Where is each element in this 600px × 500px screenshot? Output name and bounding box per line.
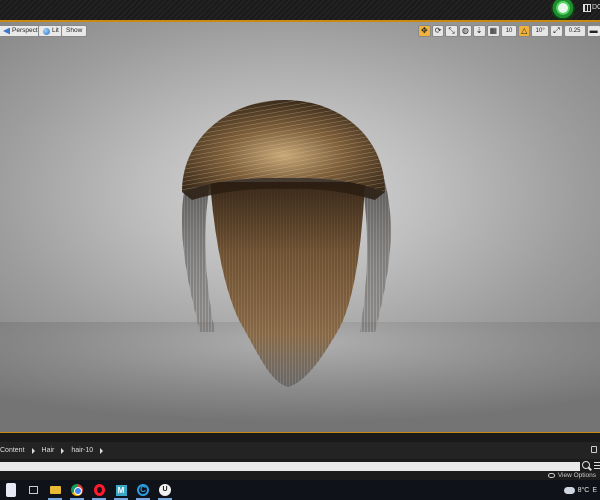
chrome-button[interactable] [66, 480, 88, 500]
start-button[interactable] [0, 480, 22, 500]
translate-tool[interactable]: ✥ [418, 25, 431, 37]
camera-speed-button[interactable]: ▬ [586, 25, 600, 37]
panel-divider [0, 432, 600, 442]
lock-icon[interactable] [591, 446, 597, 453]
chrome-icon [71, 484, 83, 496]
grid-snap-value[interactable]: 10 [501, 25, 518, 37]
grid-snap-icon: ▦ [489, 26, 498, 35]
marvelous-designer-button[interactable]: M [110, 480, 132, 500]
view-options-label: View Options [557, 472, 596, 479]
scale-icon: ⤡ [448, 26, 455, 35]
lit-button[interactable]: Lit [38, 25, 64, 37]
opera-icon [93, 484, 105, 496]
marvelous-designer-icon: M [115, 484, 127, 496]
file-explorer-icon [49, 486, 61, 494]
search-input[interactable] [0, 462, 580, 471]
breadcrumb-chevron-icon[interactable] [61, 447, 65, 454]
breadcrumb: Content Hair hair-10 [0, 442, 600, 459]
rotation-snap-toggle[interactable]: △ [518, 25, 531, 37]
translate-icon: ✥ [421, 26, 428, 35]
grid-icon[interactable] [583, 4, 591, 12]
show-label: Show [66, 27, 83, 34]
top-right-label: DC [592, 4, 600, 11]
breadcrumb-hair[interactable]: Hair [42, 447, 55, 454]
breadcrumb-chevron-icon[interactable] [100, 447, 104, 454]
viewport-transform-toolbar: ✥ ⟳ ⤡ ◍ ⇣ ▦ 10 △ 10° ⤢ 0.25 ▬ 2 [418, 25, 600, 38]
rotation-snap-value[interactable]: 10° [531, 25, 550, 37]
lit-sphere-icon [43, 27, 50, 35]
world-icon: ◍ [461, 26, 469, 35]
opera-button[interactable] [88, 480, 110, 500]
eye-icon [547, 473, 555, 478]
filter-icon[interactable] [594, 461, 600, 469]
cinema4d-button[interactable]: C [132, 480, 154, 500]
rotate-icon: ⟳ [434, 26, 442, 35]
world-local-toggle[interactable]: ◍ [458, 25, 472, 37]
editor-top-bar [0, 0, 600, 22]
system-tray: 8°C E [561, 480, 600, 500]
surface-snap-toggle[interactable]: ⇣ [472, 25, 486, 37]
rotation-snap-icon: △ [521, 26, 528, 35]
scale-tool[interactable]: ⤡ [445, 25, 458, 37]
search-icon[interactable] [582, 461, 590, 469]
unreal-engine-icon: U [159, 484, 171, 496]
level-viewport[interactable]: Perspective Lit Show ✥ ⟳ ⤡ ◍ ⇣ ▦ 10 △ 10… [0, 22, 600, 432]
cinema4d-icon: C [137, 484, 149, 496]
temperature-label[interactable]: 8°C [578, 487, 590, 494]
scale-snap-toggle[interactable]: ⤢ [550, 25, 563, 37]
windows-taskbar: M C U [0, 480, 600, 500]
lit-label: Lit [52, 27, 59, 34]
surface-snap-icon: ⇣ [475, 26, 483, 35]
task-view-icon [28, 486, 38, 494]
view-options-bar: View Options [0, 472, 600, 480]
scale-snap-value[interactable]: 0.25 [563, 25, 586, 37]
task-view-button[interactable] [22, 480, 44, 500]
weather-icon[interactable] [561, 483, 575, 494]
file-explorer-button[interactable] [44, 480, 66, 500]
breadcrumb-chevron-icon[interactable] [31, 447, 35, 454]
rotate-tool[interactable]: ⟳ [431, 25, 445, 37]
scale-snap-icon: ⤢ [553, 26, 560, 35]
start-icon [6, 483, 16, 497]
grid-snap-toggle[interactable]: ▦ [486, 25, 501, 37]
unreal-engine-button[interactable]: U [154, 480, 176, 500]
hair-mesh[interactable] [170, 82, 400, 402]
camera-speed-icon: ▬ [589, 26, 598, 35]
breadcrumb-hair-10[interactable]: hair-10 [71, 447, 93, 454]
view-options-button[interactable]: View Options [547, 472, 596, 479]
show-button[interactable]: Show [61, 25, 88, 37]
breadcrumb-content[interactable]: Content [0, 447, 25, 454]
perspective-icon [3, 27, 10, 35]
tray-extra-label[interactable]: E [592, 487, 597, 494]
